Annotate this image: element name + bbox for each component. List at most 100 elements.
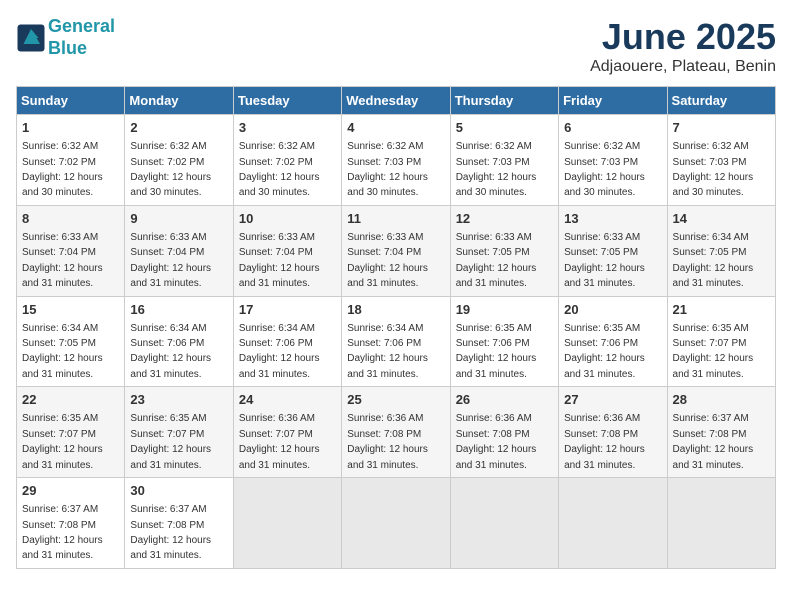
- cell-week1-day6: 6 Sunrise: 6:32 AM Sunset: 7:03 PM Dayli…: [559, 115, 667, 206]
- daylight-info: Daylight: 12 hours and 31 minutes.: [564, 444, 645, 470]
- sunrise-info: Sunrise: 6:37 AM: [673, 413, 749, 424]
- calendar-table: Sunday Monday Tuesday Wednesday Thursday…: [16, 86, 776, 569]
- sunset-info: Sunset: 7:03 PM: [347, 157, 421, 168]
- sunrise-info: Sunrise: 6:36 AM: [347, 413, 423, 424]
- sunset-info: Sunset: 7:02 PM: [22, 157, 96, 168]
- sunrise-info: Sunrise: 6:33 AM: [347, 232, 423, 243]
- cell-week4-day3: 24 Sunrise: 6:36 AM Sunset: 7:07 PM Dayl…: [233, 387, 341, 478]
- daylight-info: Daylight: 12 hours and 31 minutes.: [22, 263, 103, 289]
- cell-week5-day2: 30 Sunrise: 6:37 AM Sunset: 7:08 PM Dayl…: [125, 478, 233, 569]
- day-number: 5: [456, 119, 553, 137]
- sunset-info: Sunset: 7:04 PM: [239, 247, 313, 258]
- day-number: 3: [239, 119, 336, 137]
- day-number: 28: [673, 391, 770, 409]
- cell-week4-day1: 22 Sunrise: 6:35 AM Sunset: 7:07 PM Dayl…: [17, 387, 125, 478]
- cell-week5-day7: [667, 478, 775, 569]
- sunset-info: Sunset: 7:03 PM: [564, 157, 638, 168]
- sunset-info: Sunset: 7:08 PM: [673, 429, 747, 440]
- daylight-info: Daylight: 12 hours and 30 minutes.: [347, 172, 428, 198]
- day-number: 8: [22, 210, 119, 228]
- sunrise-info: Sunrise: 6:34 AM: [239, 323, 315, 334]
- cell-week1-day4: 4 Sunrise: 6:32 AM Sunset: 7:03 PM Dayli…: [342, 115, 450, 206]
- daylight-info: Daylight: 12 hours and 31 minutes.: [22, 353, 103, 379]
- sunrise-info: Sunrise: 6:34 AM: [22, 323, 98, 334]
- sunrise-info: Sunrise: 6:35 AM: [456, 323, 532, 334]
- cell-week1-day7: 7 Sunrise: 6:32 AM Sunset: 7:03 PM Dayli…: [667, 115, 775, 206]
- page-header: General Blue June 2025 Adjaouere, Platea…: [16, 16, 776, 76]
- week-row-3: 15 Sunrise: 6:34 AM Sunset: 7:05 PM Dayl…: [17, 296, 776, 387]
- day-number: 9: [130, 210, 227, 228]
- logo-line1: General: [48, 16, 115, 36]
- daylight-info: Daylight: 12 hours and 31 minutes.: [130, 353, 211, 379]
- sunrise-info: Sunrise: 6:33 AM: [239, 232, 315, 243]
- daylight-info: Daylight: 12 hours and 30 minutes.: [456, 172, 537, 198]
- daylight-info: Daylight: 12 hours and 31 minutes.: [347, 444, 428, 470]
- daylight-info: Daylight: 12 hours and 31 minutes.: [239, 263, 320, 289]
- day-number: 26: [456, 391, 553, 409]
- sunset-info: Sunset: 7:05 PM: [22, 338, 96, 349]
- day-number: 21: [673, 301, 770, 319]
- cell-week2-day3: 10 Sunrise: 6:33 AM Sunset: 7:04 PM Dayl…: [233, 205, 341, 296]
- cell-week4-day4: 25 Sunrise: 6:36 AM Sunset: 7:08 PM Dayl…: [342, 387, 450, 478]
- sunset-info: Sunset: 7:04 PM: [347, 247, 421, 258]
- cell-week4-day7: 28 Sunrise: 6:37 AM Sunset: 7:08 PM Dayl…: [667, 387, 775, 478]
- cell-week5-day6: [559, 478, 667, 569]
- cell-week1-day5: 5 Sunrise: 6:32 AM Sunset: 7:03 PM Dayli…: [450, 115, 558, 206]
- logo-icon: [16, 23, 46, 53]
- sunset-info: Sunset: 7:05 PM: [673, 247, 747, 258]
- cell-week3-day6: 20 Sunrise: 6:35 AM Sunset: 7:06 PM Dayl…: [559, 296, 667, 387]
- daylight-info: Daylight: 12 hours and 31 minutes.: [130, 444, 211, 470]
- calendar-title: June 2025: [590, 16, 776, 58]
- day-number: 10: [239, 210, 336, 228]
- cell-week3-day4: 18 Sunrise: 6:34 AM Sunset: 7:06 PM Dayl…: [342, 296, 450, 387]
- day-number: 2: [130, 119, 227, 137]
- sunrise-info: Sunrise: 6:37 AM: [22, 504, 98, 515]
- cell-week3-day5: 19 Sunrise: 6:35 AM Sunset: 7:06 PM Dayl…: [450, 296, 558, 387]
- sunset-info: Sunset: 7:02 PM: [130, 157, 204, 168]
- col-thursday: Thursday: [450, 87, 558, 115]
- day-number: 22: [22, 391, 119, 409]
- sunrise-info: Sunrise: 6:32 AM: [130, 141, 206, 152]
- cell-week3-day2: 16 Sunrise: 6:34 AM Sunset: 7:06 PM Dayl…: [125, 296, 233, 387]
- cell-week1-day3: 3 Sunrise: 6:32 AM Sunset: 7:02 PM Dayli…: [233, 115, 341, 206]
- daylight-info: Daylight: 12 hours and 31 minutes.: [456, 444, 537, 470]
- logo-line2: Blue: [48, 38, 87, 58]
- title-block: June 2025 Adjaouere, Plateau, Benin: [590, 16, 776, 76]
- day-number: 12: [456, 210, 553, 228]
- sunrise-info: Sunrise: 6:32 AM: [673, 141, 749, 152]
- week-row-1: 1 Sunrise: 6:32 AM Sunset: 7:02 PM Dayli…: [17, 115, 776, 206]
- sunrise-info: Sunrise: 6:32 AM: [347, 141, 423, 152]
- daylight-info: Daylight: 12 hours and 30 minutes.: [673, 172, 754, 198]
- cell-week2-day5: 12 Sunrise: 6:33 AM Sunset: 7:05 PM Dayl…: [450, 205, 558, 296]
- sunrise-info: Sunrise: 6:34 AM: [130, 323, 206, 334]
- logo: General Blue: [16, 16, 115, 59]
- col-friday: Friday: [559, 87, 667, 115]
- sunrise-info: Sunrise: 6:33 AM: [130, 232, 206, 243]
- day-number: 15: [22, 301, 119, 319]
- cell-week5-day5: [450, 478, 558, 569]
- daylight-info: Daylight: 12 hours and 31 minutes.: [456, 353, 537, 379]
- daylight-info: Daylight: 12 hours and 31 minutes.: [130, 263, 211, 289]
- sunset-info: Sunset: 7:06 PM: [130, 338, 204, 349]
- daylight-info: Daylight: 12 hours and 31 minutes.: [22, 535, 103, 561]
- col-sunday: Sunday: [17, 87, 125, 115]
- day-number: 29: [22, 482, 119, 500]
- cell-week2-day2: 9 Sunrise: 6:33 AM Sunset: 7:04 PM Dayli…: [125, 205, 233, 296]
- day-number: 4: [347, 119, 444, 137]
- cell-week1-day1: 1 Sunrise: 6:32 AM Sunset: 7:02 PM Dayli…: [17, 115, 125, 206]
- sunrise-info: Sunrise: 6:36 AM: [239, 413, 315, 424]
- day-number: 6: [564, 119, 661, 137]
- sunrise-info: Sunrise: 6:34 AM: [347, 323, 423, 334]
- daylight-info: Daylight: 12 hours and 31 minutes.: [22, 444, 103, 470]
- sunrise-info: Sunrise: 6:35 AM: [130, 413, 206, 424]
- daylight-info: Daylight: 12 hours and 31 minutes.: [456, 263, 537, 289]
- day-number: 23: [130, 391, 227, 409]
- daylight-info: Daylight: 12 hours and 31 minutes.: [239, 353, 320, 379]
- day-number: 16: [130, 301, 227, 319]
- cell-week3-day7: 21 Sunrise: 6:35 AM Sunset: 7:07 PM Dayl…: [667, 296, 775, 387]
- col-tuesday: Tuesday: [233, 87, 341, 115]
- cell-week3-day3: 17 Sunrise: 6:34 AM Sunset: 7:06 PM Dayl…: [233, 296, 341, 387]
- daylight-info: Daylight: 12 hours and 31 minutes.: [347, 263, 428, 289]
- cell-week4-day5: 26 Sunrise: 6:36 AM Sunset: 7:08 PM Dayl…: [450, 387, 558, 478]
- header-row: Sunday Monday Tuesday Wednesday Thursday…: [17, 87, 776, 115]
